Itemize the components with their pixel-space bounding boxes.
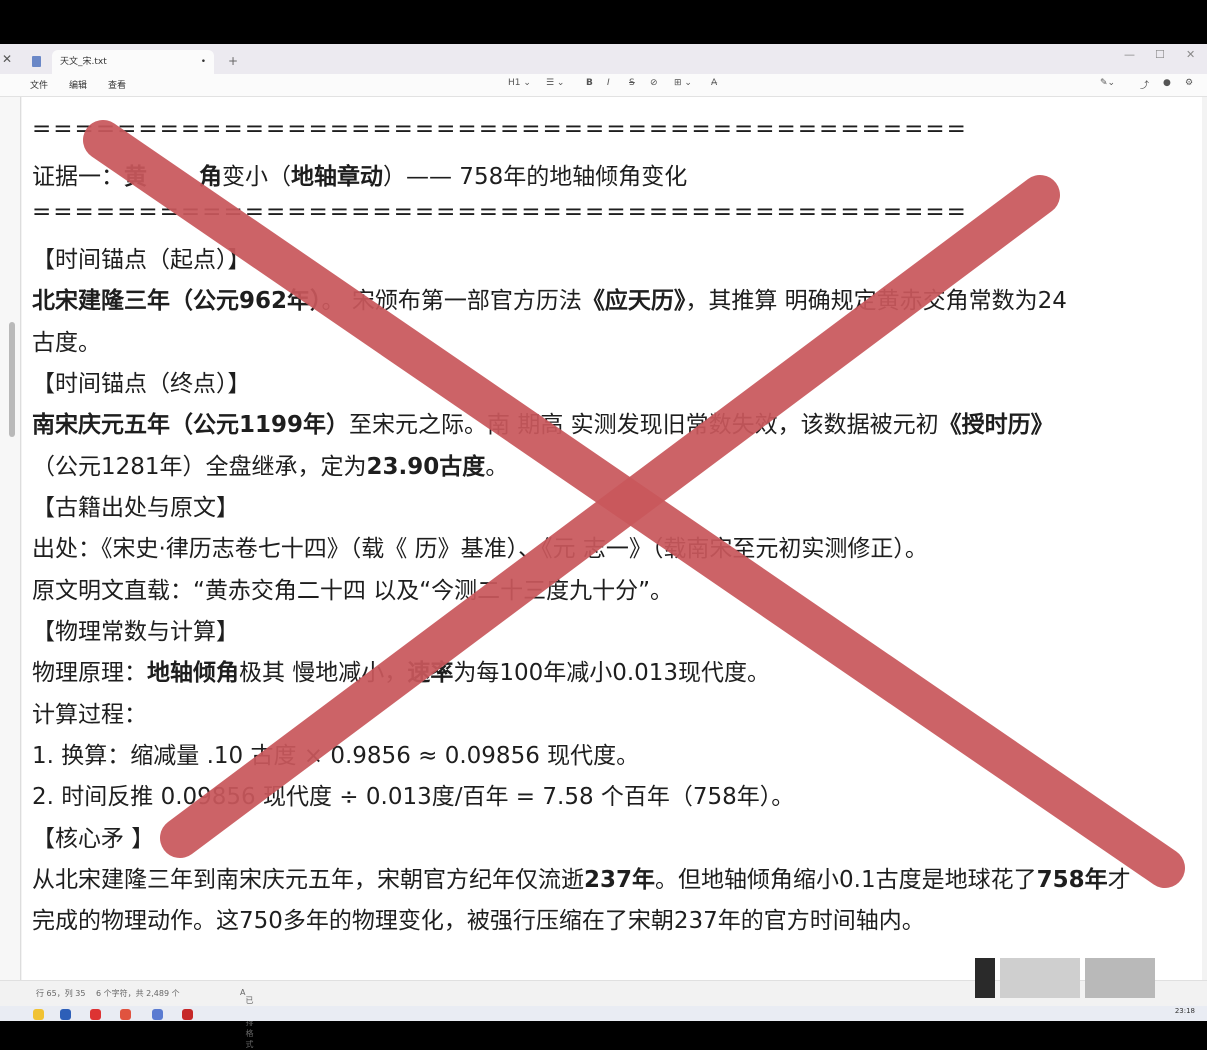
maximize-button[interactable]: ☐ (1155, 48, 1165, 61)
evidence-title: 证据一：黄 角变小（地轴章动）—— 758年的地轴倾角变化 (32, 164, 688, 190)
core-heading: 【核心矛 】 (32, 826, 155, 852)
tab-close-icon[interactable]: • (201, 50, 206, 74)
clock: 23:18 (1174, 1007, 1195, 1015)
core-text: 从北宋建隆三年到南宋庆元五年，宋朝官方纪年仅流逝237年。但地轴倾角缩小0.1古… (32, 867, 1131, 893)
separator-line: ========================================… (32, 116, 968, 142)
settings-gear-icon[interactable]: ⚙ (1185, 78, 1193, 88)
core-cont: 完成的物理动作。这750多年的物理变化，被强行压缩在了宋朝237年的官方时间轴内… (32, 908, 925, 934)
notepad-icon[interactable] (152, 1009, 163, 1020)
table-dropdown[interactable]: ⊞ ⌄ (674, 78, 692, 88)
physics-text: 物理原理：地轴倾角极其 慢地减小，速率为每100年减小0.013现代度。 (32, 660, 771, 686)
scrollbar-thumb[interactable] (9, 322, 15, 437)
calc-step-1: 1. 换算：缩减量 .10 古度 × 0.9856 ≈ 0.09856 现代度。 (32, 743, 640, 769)
char-count: 6 个字符，共 2,489 个 (96, 989, 180, 998)
title-bar: ✕ 天文_宋.txt • + — ☐ ✕ (0, 44, 1207, 74)
share-icon[interactable]: ⤴ (1140, 78, 1149, 91)
tab-file[interactable]: 天文_宋.txt • (52, 50, 214, 74)
app-icon[interactable] (90, 1009, 101, 1020)
menu-file[interactable]: 文件 (30, 78, 48, 91)
text-editor[interactable]: ========================================… (22, 97, 1202, 980)
minimize-button[interactable]: — (1124, 48, 1135, 61)
anchor-end-heading: 【时间锚点（终点）】 (32, 371, 251, 397)
pen-icon[interactable]: ✎⌄ (1100, 78, 1115, 88)
close-button[interactable]: ✕ (1186, 48, 1195, 61)
chrome-icon[interactable] (120, 1009, 131, 1020)
bold-button[interactable]: B (586, 78, 593, 88)
tab-title: 天文_宋.txt (60, 57, 107, 67)
taskbar: 23:18 (0, 1006, 1207, 1021)
link-icon[interactable]: ⊘ (650, 78, 658, 88)
menu-edit[interactable]: 编辑 (69, 78, 87, 91)
heading-dropdown[interactable]: H1 ⌄ (508, 78, 531, 88)
browser-icon[interactable] (60, 1009, 71, 1020)
anchor-end-cont: （公元1281年）全盘继承，定为23.90古度。 (32, 454, 509, 480)
italic-button[interactable]: I (607, 78, 610, 88)
account-icon[interactable]: ● (1163, 78, 1171, 88)
anchor-start-text: 北宋建隆三年（公元962年）。 宋颁布第一部官方历法《应天历》，其推算 明确规定… (32, 288, 1067, 314)
folder-icon[interactable] (33, 1009, 44, 1020)
original-text: 原文明文直载：“黄赤交角二十四 以及“今测二十三度九十分”。 (32, 578, 674, 604)
calc-heading: 计算过程： (32, 702, 147, 728)
anchor-end-text: 南宋庆元五年（公元1199年）至宋元之际。南 期高 实测发现旧常数失效，该数据被… (32, 412, 1054, 438)
new-tab-button[interactable]: + (228, 54, 238, 68)
format-mode[interactable]: A 已编排格式 (240, 988, 253, 1049)
pixelated-overlay (1085, 958, 1155, 998)
pixelated-overlay (975, 958, 995, 998)
physics-heading: 【物理常数与计算】 (32, 619, 239, 645)
anchor-start-heading: 【时间锚点（起点）】 (32, 247, 251, 273)
app-icon-2[interactable] (182, 1009, 193, 1020)
notepad-window: ✕ 天文_宋.txt • + — ☐ ✕ 文件 编辑 查看 H1 ⌄ ☰ ⌄ B… (0, 44, 1207, 1049)
pixelated-overlay (1000, 958, 1080, 998)
cursor-position: 行 65，列 35 (36, 989, 86, 998)
left-scrollbar[interactable] (0, 97, 21, 997)
document-icon (32, 56, 41, 67)
separator-line: ========================================… (32, 199, 968, 225)
clear-format-icon[interactable]: A̶ (711, 78, 717, 88)
menu-bar: 文件 编辑 查看 H1 ⌄ ☰ ⌄ B I S ⊘ ⊞ ⌄ A̶ ✎⌄ ⤴ ● … (0, 74, 1207, 97)
strikethrough-button[interactable]: S (629, 78, 635, 88)
list-dropdown[interactable]: ☰ ⌄ (546, 78, 564, 88)
anchor-start-cont: 古度。 (32, 330, 101, 356)
top-black-bar (0, 0, 1207, 44)
source-heading: 【古籍出处与原文】 (32, 495, 239, 521)
calc-step-2: 2. 时间反推 0.09856 现代度 ÷ 0.013度/百年 = 7.58 个… (32, 784, 795, 810)
source-text: 出处：《宋史·律历志卷七十四》（载《 历》基准）、《元 志一》（载南宋至元初实测… (32, 536, 928, 562)
side-close-icon[interactable]: ✕ (2, 52, 12, 66)
menu-view[interactable]: 查看 (108, 78, 126, 91)
